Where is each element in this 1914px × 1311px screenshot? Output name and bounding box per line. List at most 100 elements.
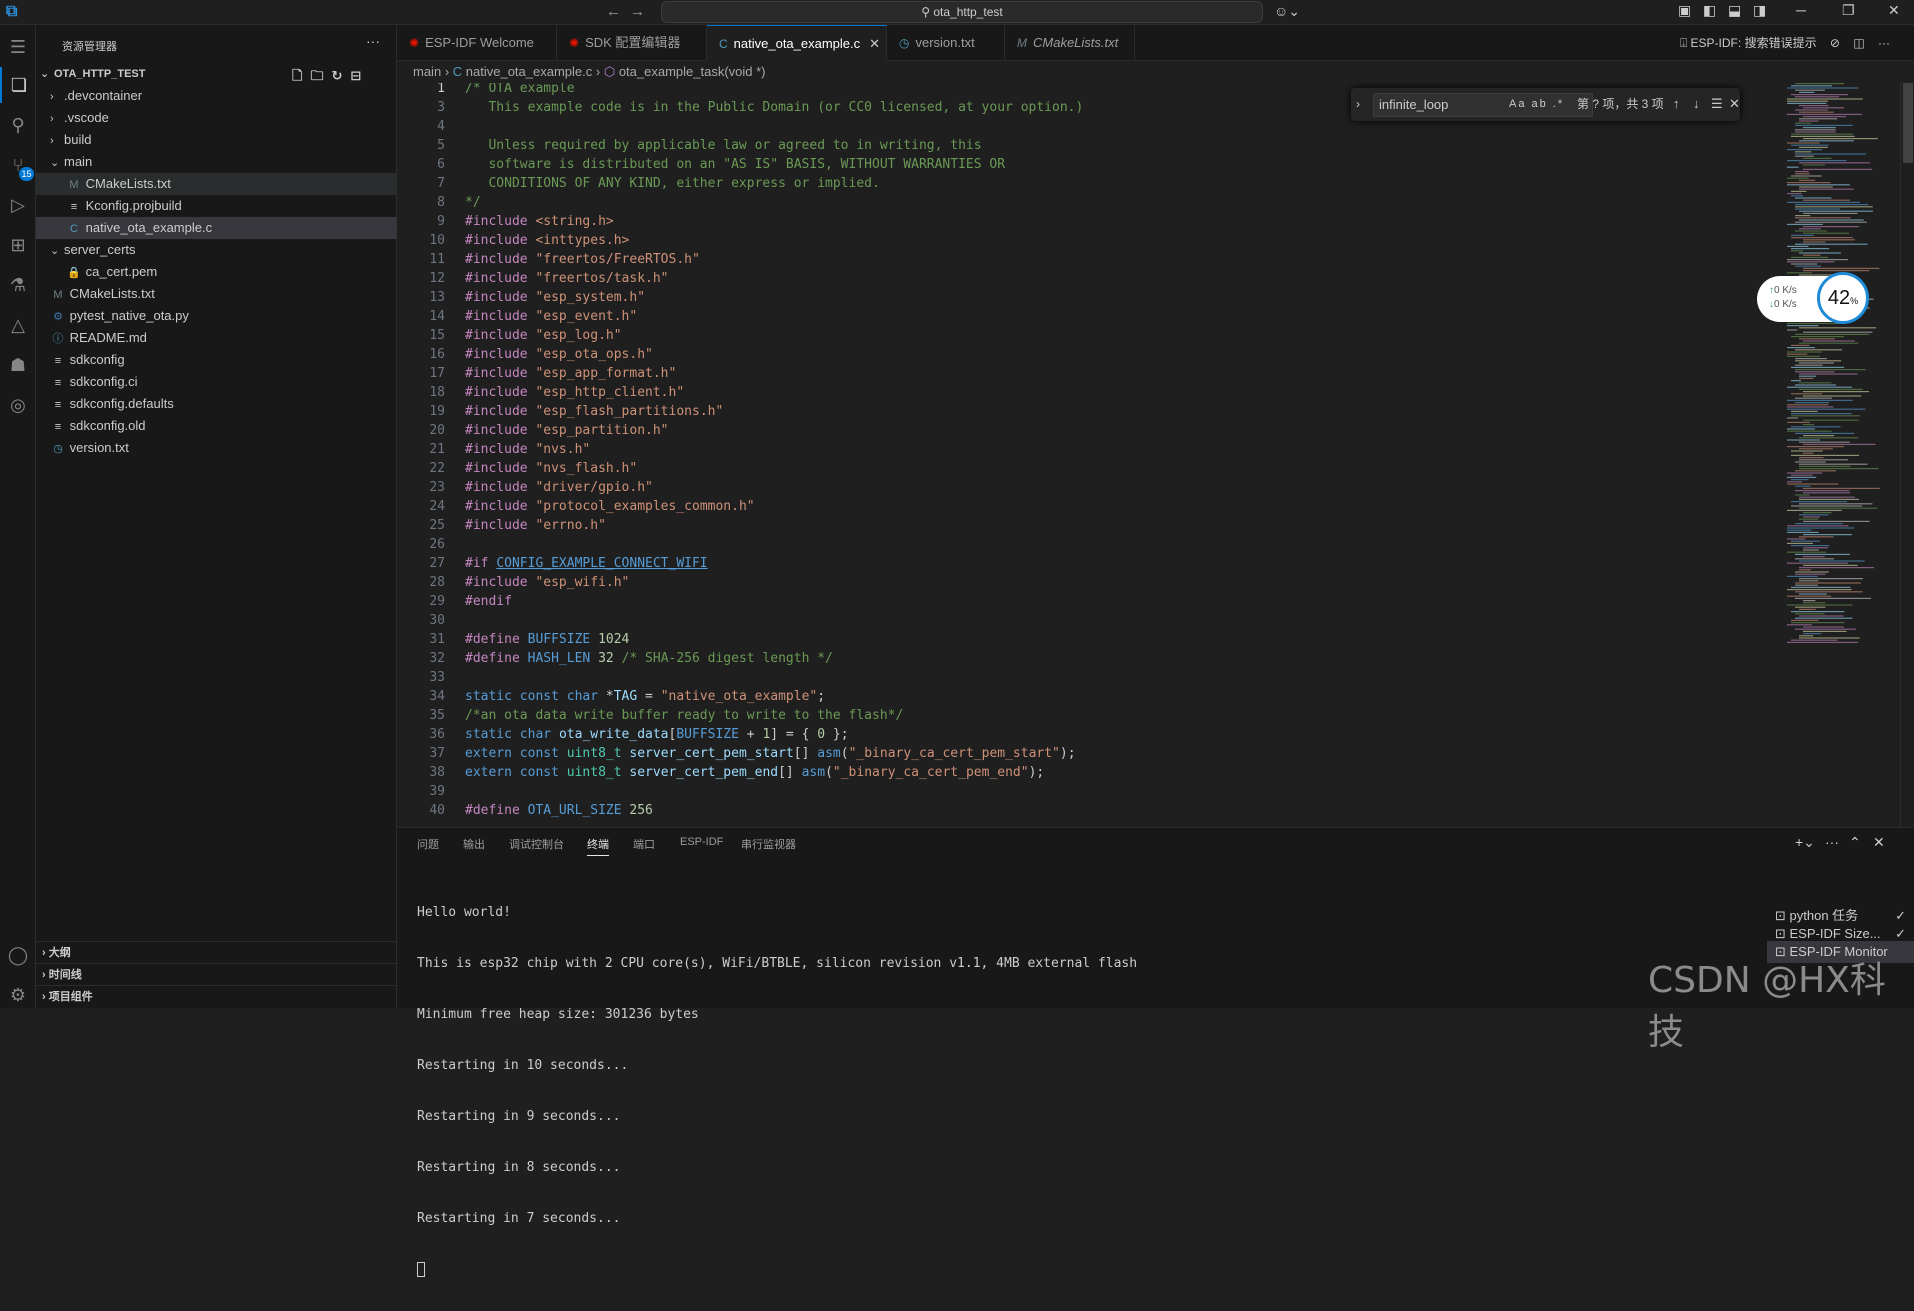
layout-customize-icon[interactable]: ▣ <box>1678 2 1691 19</box>
tab-cmakelists[interactable]: M CMakeLists.txt <box>1005 25 1135 61</box>
minimap-preview <box>1787 83 1880 643</box>
find-options[interactable]: Aa ab .* <box>1509 93 1564 115</box>
tree-item-ca-cert[interactable]: 🔒 ca_cert.pem <box>36 261 397 283</box>
tab-esp-idf-welcome[interactable]: ✺ ESP-IDF Welcome <box>397 25 557 61</box>
tree-item-server-certs[interactable]: ⌄ server_certs <box>36 239 397 261</box>
previous-match-arrow-icon[interactable]: ↑ <box>1673 93 1680 115</box>
tree-item-devcontainer[interactable]: › .devcontainer <box>36 85 397 107</box>
close-find-icon[interactable]: ✕ <box>1729 93 1740 115</box>
tree-item-sdkconfig-defaults[interactable]: ≡ sdkconfig.defaults <box>36 393 397 415</box>
panel-tab-esp-idf[interactable]: ESP-IDF <box>680 836 723 848</box>
tree-item-native-ota-example[interactable]: C native_ota_example.c <box>36 217 397 239</box>
extensions-icon[interactable]: ⊞ <box>0 227 36 263</box>
esp-idf-icon[interactable]: ◎ <box>0 387 36 423</box>
tree-item-sdkconfig-old[interactable]: ≡ sdkconfig.old <box>36 415 397 437</box>
next-match-arrow-icon[interactable]: ↓ <box>1693 93 1700 115</box>
section-outline[interactable]: › 大纲 <box>36 941 397 963</box>
tree-item-root-cmakelists[interactable]: M CMakeLists.txt <box>36 283 397 305</box>
close-panel-icon[interactable]: ✕ <box>1873 834 1885 851</box>
menu-icon[interactable]: ☰ <box>0 29 36 65</box>
panel-tab-problems[interactable]: 问题 <box>417 836 439 852</box>
back-arrow-icon[interactable]: ← <box>606 3 621 20</box>
toggle-secondary-sidebar-icon[interactable]: ◨ <box>1753 2 1766 19</box>
more-actions-icon[interactable]: ··· <box>1825 834 1839 850</box>
minimap-line <box>1795 573 1826 575</box>
more-actions-icon[interactable]: ··· <box>366 33 380 49</box>
toggle-sidebar-icon[interactable]: ◧ <box>1703 2 1716 19</box>
panel-tab-output[interactable]: 输出 <box>463 836 485 852</box>
copilot-icon[interactable]: ☺⌄ <box>1274 3 1300 20</box>
tree-item-vscode[interactable]: › .vscode <box>36 107 397 129</box>
command-center-search[interactable]: ⚲ ota_http_test <box>661 1 1263 23</box>
minimap-line <box>1795 617 1853 619</box>
refresh-icon[interactable]: ↻ <box>331 68 350 83</box>
section-project-components[interactable]: › 项目组件 <box>36 985 397 1007</box>
tab-version[interactable]: ◷ version.txt <box>887 25 1005 61</box>
minimap-line <box>1787 329 1798 331</box>
minimap-line <box>1799 457 1824 459</box>
run-debug-icon[interactable]: ▷ <box>0 187 36 223</box>
collapse-all-icon[interactable]: ⊟ <box>350 68 369 83</box>
cmake-icon[interactable]: △ <box>0 307 36 343</box>
tree-item-main[interactable]: ⌄ main <box>36 151 397 173</box>
minimap-line <box>1803 492 1851 494</box>
close-window-icon[interactable]: ✕ <box>1888 2 1900 19</box>
minimap[interactable] <box>1777 83 1914 827</box>
code-line: This example code is in the Public Domai… <box>465 100 1084 115</box>
tree-item-build[interactable]: › build <box>36 129 397 151</box>
tab-native-ota-example[interactable]: Cnative_ota_example.c ✕ <box>707 25 887 61</box>
terminal-output[interactable]: Hello world! This is esp32 chip with 2 C… <box>417 870 1137 1311</box>
esp-idf-flash-icon[interactable]: ⍗ <box>1680 36 1691 50</box>
forward-arrow-icon[interactable]: → <box>630 3 645 20</box>
minimap-line <box>1803 602 1826 604</box>
terminal-icon: ⊡ <box>1775 908 1790 923</box>
minimize-icon[interactable]: ─ <box>1796 2 1806 18</box>
breadcrumb-folder[interactable]: main <box>413 64 441 79</box>
scrollbar-thumb[interactable] <box>1903 83 1913 163</box>
platformio-alien-icon[interactable]: ☗ <box>0 347 36 383</box>
toggle-panel-icon[interactable]: ⬓ <box>1728 2 1741 19</box>
new-terminal-plus-icon[interactable]: +⌄ <box>1795 834 1815 851</box>
text-file-icon: ≡ <box>54 399 62 411</box>
new-folder-icon[interactable]: 🗀 <box>310 68 331 83</box>
vertical-scrollbar[interactable] <box>1900 83 1914 827</box>
new-file-icon[interactable]: 🗋 <box>292 68 310 83</box>
breadcrumb-file[interactable]: native_ota_example.c <box>466 64 592 79</box>
panel-tab-terminal[interactable]: 终端 <box>587 836 609 856</box>
split-editor-icon[interactable]: ◫ <box>1853 36 1864 50</box>
maximize-panel-chevron-up-icon[interactable]: ⌃ <box>1849 834 1861 851</box>
workspace-root[interactable]: ⌄ OTA_HTTP_TEST 🗋🗀↻⊟ <box>36 63 397 85</box>
tree-item-version[interactable]: ◷ version.txt <box>36 437 397 459</box>
explorer-icon[interactable]: ❏ <box>0 67 36 103</box>
panel-tab-ports[interactable]: 端口 <box>633 836 655 852</box>
tab-sdk-config[interactable]: ✺ SDK 配置编辑器 <box>557 25 707 61</box>
toggle-replace-chevron-icon[interactable]: › <box>1356 97 1360 111</box>
tree-item-pytest[interactable]: ⚙ pytest_native_ota.py <box>36 305 397 327</box>
more-actions-icon[interactable]: ··· <box>1878 36 1890 50</box>
breadcrumb-symbol[interactable]: ota_example_task(void *) <box>619 64 766 79</box>
tree-item-readme[interactable]: ⓘ README.md <box>36 327 397 349</box>
minimap-line <box>1803 512 1832 514</box>
esp-idf-search-error-hint[interactable]: 搜索错误提示 <box>1745 36 1817 50</box>
tree-item-main-cmakelists[interactable]: M CMakeLists.txt <box>36 173 397 195</box>
section-timeline[interactable]: › 时间线 <box>36 963 397 985</box>
minimap-line <box>1787 177 1809 179</box>
search-icon[interactable]: ⚲ <box>0 107 36 143</box>
tree-item-kconfig[interactable]: ≡ Kconfig.projbuild <box>36 195 397 217</box>
testing-icon[interactable]: ⚗ <box>0 267 36 303</box>
panel-tab-serial-monitor[interactable]: 串行监视器 <box>741 836 796 852</box>
close-tab-icon[interactable]: ✕ <box>869 26 880 62</box>
tree-item-sdkconfig[interactable]: ≡ sdkconfig <box>36 349 397 371</box>
explorer-toolbar[interactable]: 🗋🗀↻⊟ <box>292 65 369 87</box>
tree-item-sdkconfig-ci[interactable]: ≡ sdkconfig.ci <box>36 371 397 393</box>
network-speed-widget[interactable]: ↑0 K/s ↓0 K/s 42% <box>1757 272 1869 324</box>
source-control-icon[interactable]: ⑂ 15 <box>0 147 36 183</box>
account-icon[interactable]: ◯ <box>0 937 36 973</box>
minimap-line <box>1803 116 1846 118</box>
restore-icon[interactable]: ❐ <box>1842 2 1855 19</box>
wifi-off-icon[interactable]: ⊘ <box>1830 36 1840 50</box>
line-number: 4 <box>437 119 445 134</box>
code-editor[interactable]: 1 3 4 5 6 7 8 9 10 11 12 13 14 15 16 17 18 19 20 21 22 23 24 25… <box>397 83 1777 827</box>
find-in-selection-icon[interactable]: ☰ <box>1711 93 1723 115</box>
panel-tab-debug-console[interactable]: 调试控制台 <box>509 836 564 852</box>
